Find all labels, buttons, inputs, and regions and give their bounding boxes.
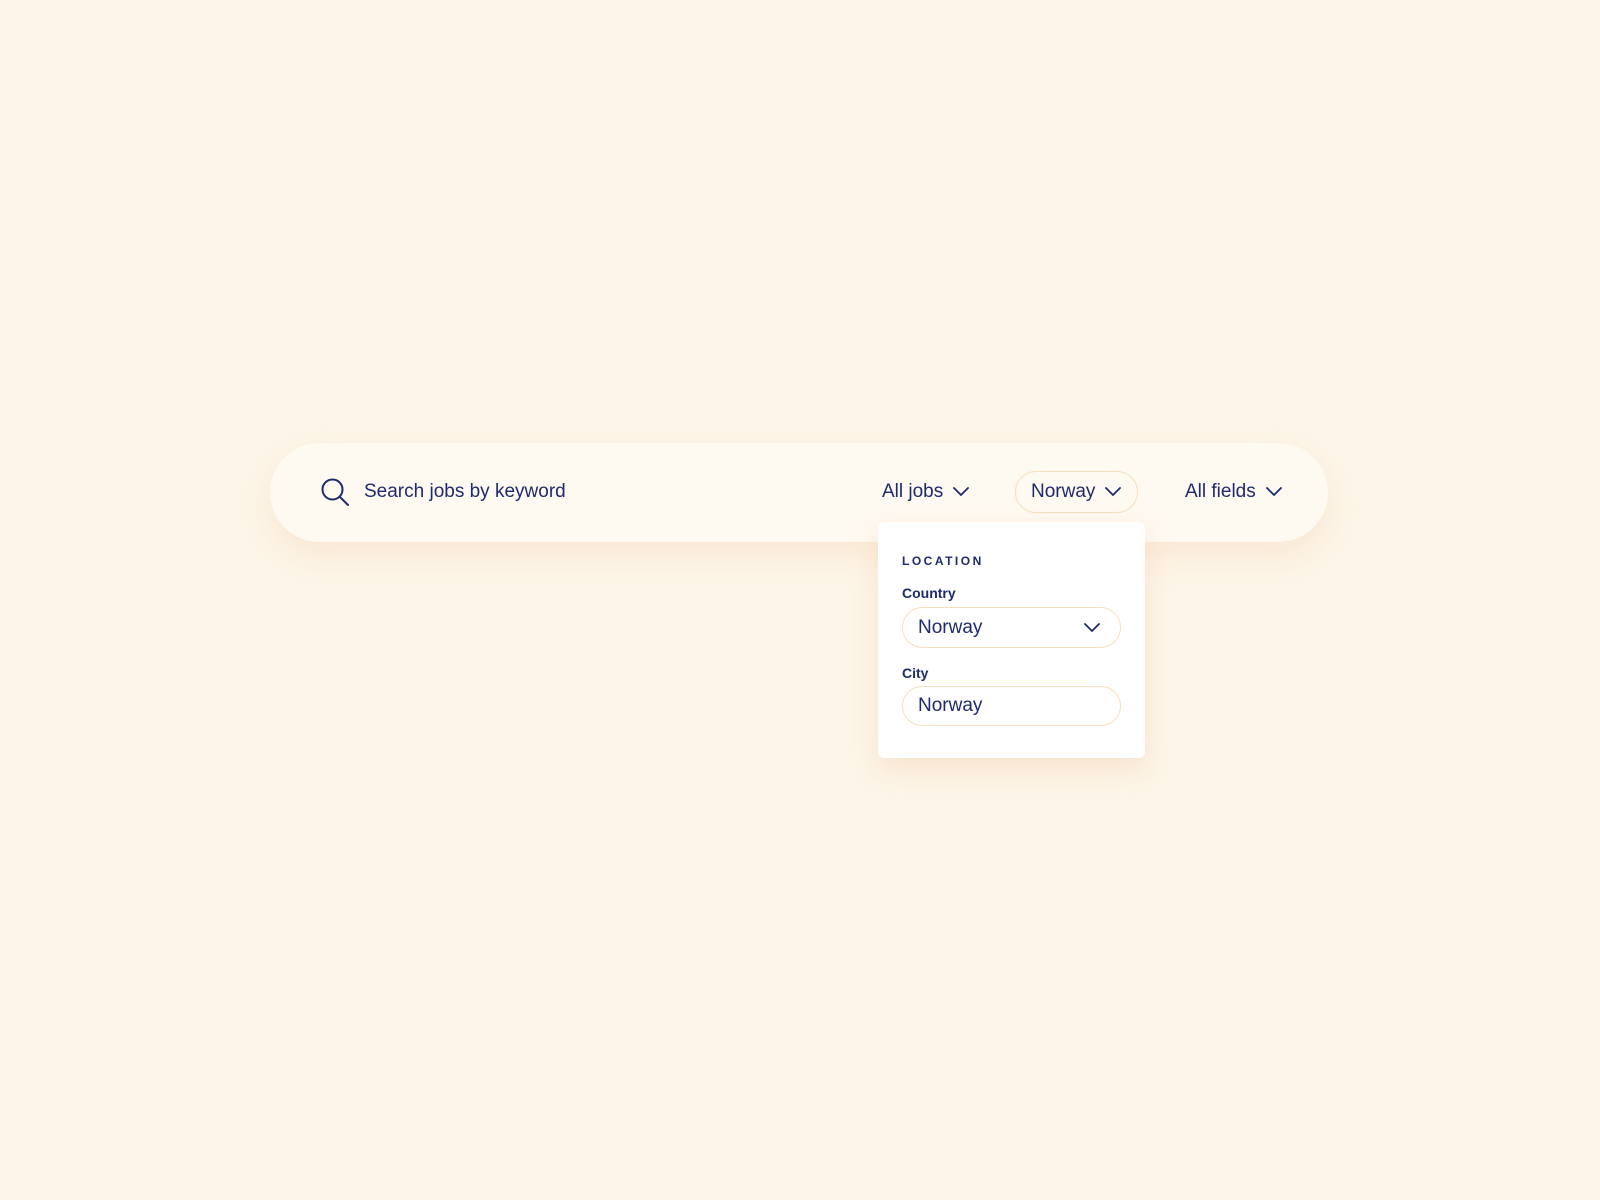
city-label: City — [902, 665, 929, 681]
search-bar: Search jobs by keyword All jobs Norway A… — [270, 443, 1328, 542]
country-label: Country — [902, 585, 956, 601]
location-filter-dropdown[interactable]: Norway — [1015, 471, 1139, 513]
country-select[interactable]: Norway — [902, 607, 1121, 648]
fields-filter-label: All fields — [1185, 481, 1256, 502]
search-input[interactable]: Search jobs by keyword — [364, 479, 566, 505]
chevron-down-icon — [1084, 622, 1100, 632]
fields-filter-dropdown[interactable]: All fields — [1185, 471, 1282, 513]
chevron-down-icon — [1105, 487, 1122, 496]
location-dropdown-panel: LOCATION Country Norway City Norway — [878, 522, 1145, 758]
chevron-down-icon — [1265, 487, 1282, 496]
jobs-filter-dropdown[interactable]: All jobs — [882, 471, 970, 513]
location-panel-title: LOCATION — [902, 554, 984, 568]
search-icon[interactable] — [320, 477, 350, 507]
jobs-filter-label: All jobs — [882, 481, 944, 502]
country-select-value: Norway — [918, 616, 983, 638]
location-filter-label: Norway — [1031, 481, 1096, 502]
city-input[interactable]: Norway — [902, 686, 1121, 726]
chevron-down-icon — [953, 487, 970, 496]
